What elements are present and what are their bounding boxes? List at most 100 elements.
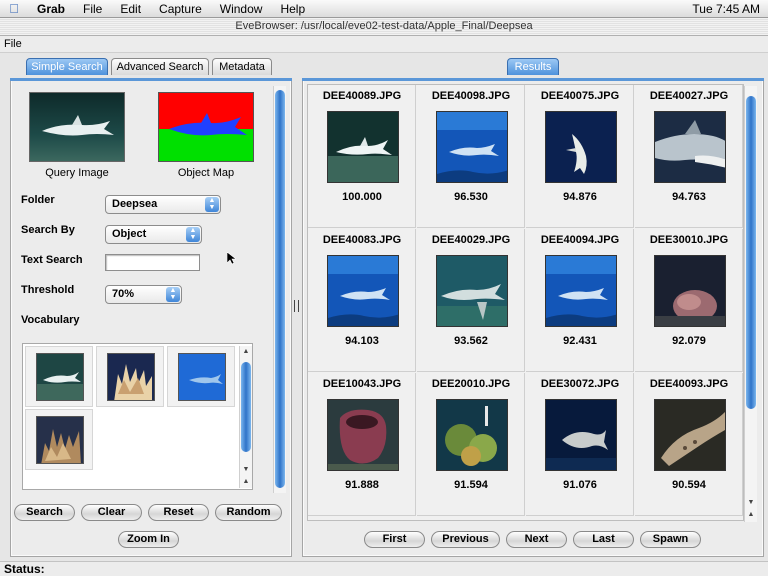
result-score: 96.530: [454, 191, 488, 203]
result-thumbnail[interactable]: [654, 111, 726, 183]
search-by-select-value: Object: [112, 228, 147, 240]
left-panel-scroll-thumb[interactable]: [275, 90, 285, 488]
result-thumbnail[interactable]: [327, 255, 399, 327]
scroll-up-icon[interactable]: ▲: [240, 347, 252, 357]
updown-arrows-icon: ▲ ▼: [186, 227, 200, 242]
vocab-item-soft-coral[interactable]: [25, 409, 93, 470]
result-thumbnail[interactable]: [545, 255, 617, 327]
zoom-in-button[interactable]: Zoom In: [118, 531, 179, 548]
menu-window[interactable]: Window: [211, 2, 272, 16]
result-cell[interactable]: DEE30010.JPG 92.079: [635, 229, 743, 372]
vocabulary-scroll-thumb[interactable]: [241, 362, 251, 452]
mouse-pointer-icon: [227, 252, 236, 265]
window-menu-file-label[interactable]: File: [4, 38, 22, 50]
result-cell[interactable]: DEE40083.JPG 94.103: [308, 229, 416, 372]
menu-help[interactable]: Help: [271, 2, 314, 16]
object-map-image[interactable]: [158, 92, 254, 162]
result-thumbnail[interactable]: [327, 111, 399, 183]
panel-accent-line: [10, 78, 292, 81]
result-thumbnail[interactable]: [654, 255, 726, 327]
text-search-input[interactable]: [105, 254, 200, 271]
tab-advanced-search[interactable]: Advanced Search: [111, 58, 209, 75]
menu-edit[interactable]: Edit: [111, 2, 150, 16]
result-score: 90.594: [672, 479, 706, 491]
threshold-label: Threshold: [21, 284, 75, 296]
result-cell[interactable]: DEE40075.JPG 94.876: [526, 85, 634, 228]
vocab-item-shark[interactable]: [25, 346, 93, 407]
result-thumbnail[interactable]: [545, 399, 617, 471]
result-cell[interactable]: DEE40029.JPG 93.562: [417, 229, 525, 372]
result-thumbnail[interactable]: [436, 255, 508, 327]
scroll-down-icon[interactable]: ▼: [240, 465, 252, 475]
result-cell[interactable]: DEE40027.JPG 94.763: [635, 85, 743, 228]
scroll-up-icon[interactable]: ▲: [240, 477, 252, 487]
result-thumbnail[interactable]: [654, 399, 726, 471]
folder-label: Folder: [21, 194, 55, 206]
left-panel-scrollbar[interactable]: [273, 86, 286, 493]
threshold-select[interactable]: 70% ▲ ▼: [105, 285, 182, 304]
result-filename: DEE40029.JPG: [431, 234, 511, 246]
result-cell[interactable]: DEE40093.JPG 90.594: [635, 373, 743, 516]
tab-results[interactable]: Results: [507, 58, 559, 75]
search-button[interactable]: Search: [14, 504, 75, 521]
menu-app[interactable]: Grab: [28, 2, 74, 16]
updown-arrows-icon: ▲ ▼: [166, 287, 180, 302]
vocab-item-blue-shark[interactable]: [167, 346, 235, 407]
text-search-label: Text Search: [21, 254, 83, 266]
result-filename: DEE40093.JPG: [649, 378, 729, 390]
result-score: 94.876: [563, 191, 597, 203]
reset-button[interactable]: Reset: [148, 504, 209, 521]
result-thumbnail[interactable]: [436, 111, 508, 183]
folder-select-value: Deepsea: [112, 198, 158, 210]
previous-page-button[interactable]: Previous: [431, 531, 500, 548]
result-cell[interactable]: DEE40089.JPG 100.000: [308, 85, 416, 228]
next-page-button[interactable]: Next: [506, 531, 567, 548]
tab-metadata[interactable]: Metadata: [212, 58, 272, 75]
result-filename: DEE30010.JPG: [649, 234, 729, 246]
result-thumbnail[interactable]: [545, 111, 617, 183]
first-page-button[interactable]: First: [364, 531, 425, 548]
result-cell[interactable]: DEE20010.JPG 91.594: [417, 373, 525, 516]
folder-select[interactable]: Deepsea ▲ ▼: [105, 195, 221, 214]
window-menu-file[interactable]: File: [0, 36, 768, 53]
panel-splitter-handle[interactable]: [294, 300, 299, 312]
result-thumbnail[interactable]: [436, 399, 508, 471]
last-page-button[interactable]: Last: [573, 531, 634, 548]
result-cell[interactable]: DEE40098.JPG 96.530: [417, 85, 525, 228]
threshold-select-value: 70%: [112, 288, 135, 300]
scroll-down-icon[interactable]: ▼: [745, 498, 757, 508]
clear-button[interactable]: Clear: [81, 504, 142, 521]
vocabulary-scrollbar[interactable]: ▲ ▼ ▲: [239, 346, 252, 488]
result-score: 92.431: [563, 335, 597, 347]
result-score: 92.079: [672, 335, 706, 347]
results-scrollbar[interactable]: ▼ ▲: [744, 86, 757, 522]
menu-capture[interactable]: Capture: [150, 2, 211, 16]
result-score: 91.888: [345, 479, 379, 491]
result-score: 100.000: [342, 191, 382, 203]
search-by-select[interactable]: Object ▲ ▼: [105, 225, 202, 244]
vocabulary-label: Vocabulary: [21, 314, 80, 326]
menu-clock[interactable]: Tue 7:45 AM: [692, 2, 760, 16]
menu-file[interactable]: File: [74, 2, 111, 16]
result-thumbnail[interactable]: [327, 399, 399, 471]
result-filename: DEE40075.JPG: [540, 90, 620, 102]
vocabulary-list[interactable]: ▲ ▼ ▲: [22, 343, 253, 490]
result-cell[interactable]: DEE10043.JPG 91.888: [308, 373, 416, 516]
apple-icon[interactable]: : [0, 1, 28, 16]
query-image-caption: Query Image: [45, 167, 109, 179]
window-title: EveBrowser: /usr/local/eve02-test-data/A…: [0, 18, 768, 36]
random-button[interactable]: Random: [215, 504, 282, 521]
result-filename: DEE20010.JPG: [431, 378, 511, 390]
spawn-button[interactable]: Spawn: [640, 531, 701, 548]
result-filename: DEE40098.JPG: [431, 90, 511, 102]
status-label: Status:: [4, 562, 45, 576]
scroll-up-icon[interactable]: ▲: [745, 510, 757, 520]
result-score: 91.076: [563, 479, 597, 491]
result-cell[interactable]: DEE30072.JPG 91.076: [526, 373, 634, 516]
vocab-item-coral[interactable]: [96, 346, 164, 407]
updown-arrows-icon: ▲ ▼: [205, 197, 219, 212]
tab-simple-search[interactable]: Simple Search: [26, 58, 108, 75]
query-image[interactable]: [29, 92, 125, 162]
result-cell[interactable]: DEE40094.JPG 92.431: [526, 229, 634, 372]
results-scroll-thumb[interactable]: [746, 96, 756, 409]
